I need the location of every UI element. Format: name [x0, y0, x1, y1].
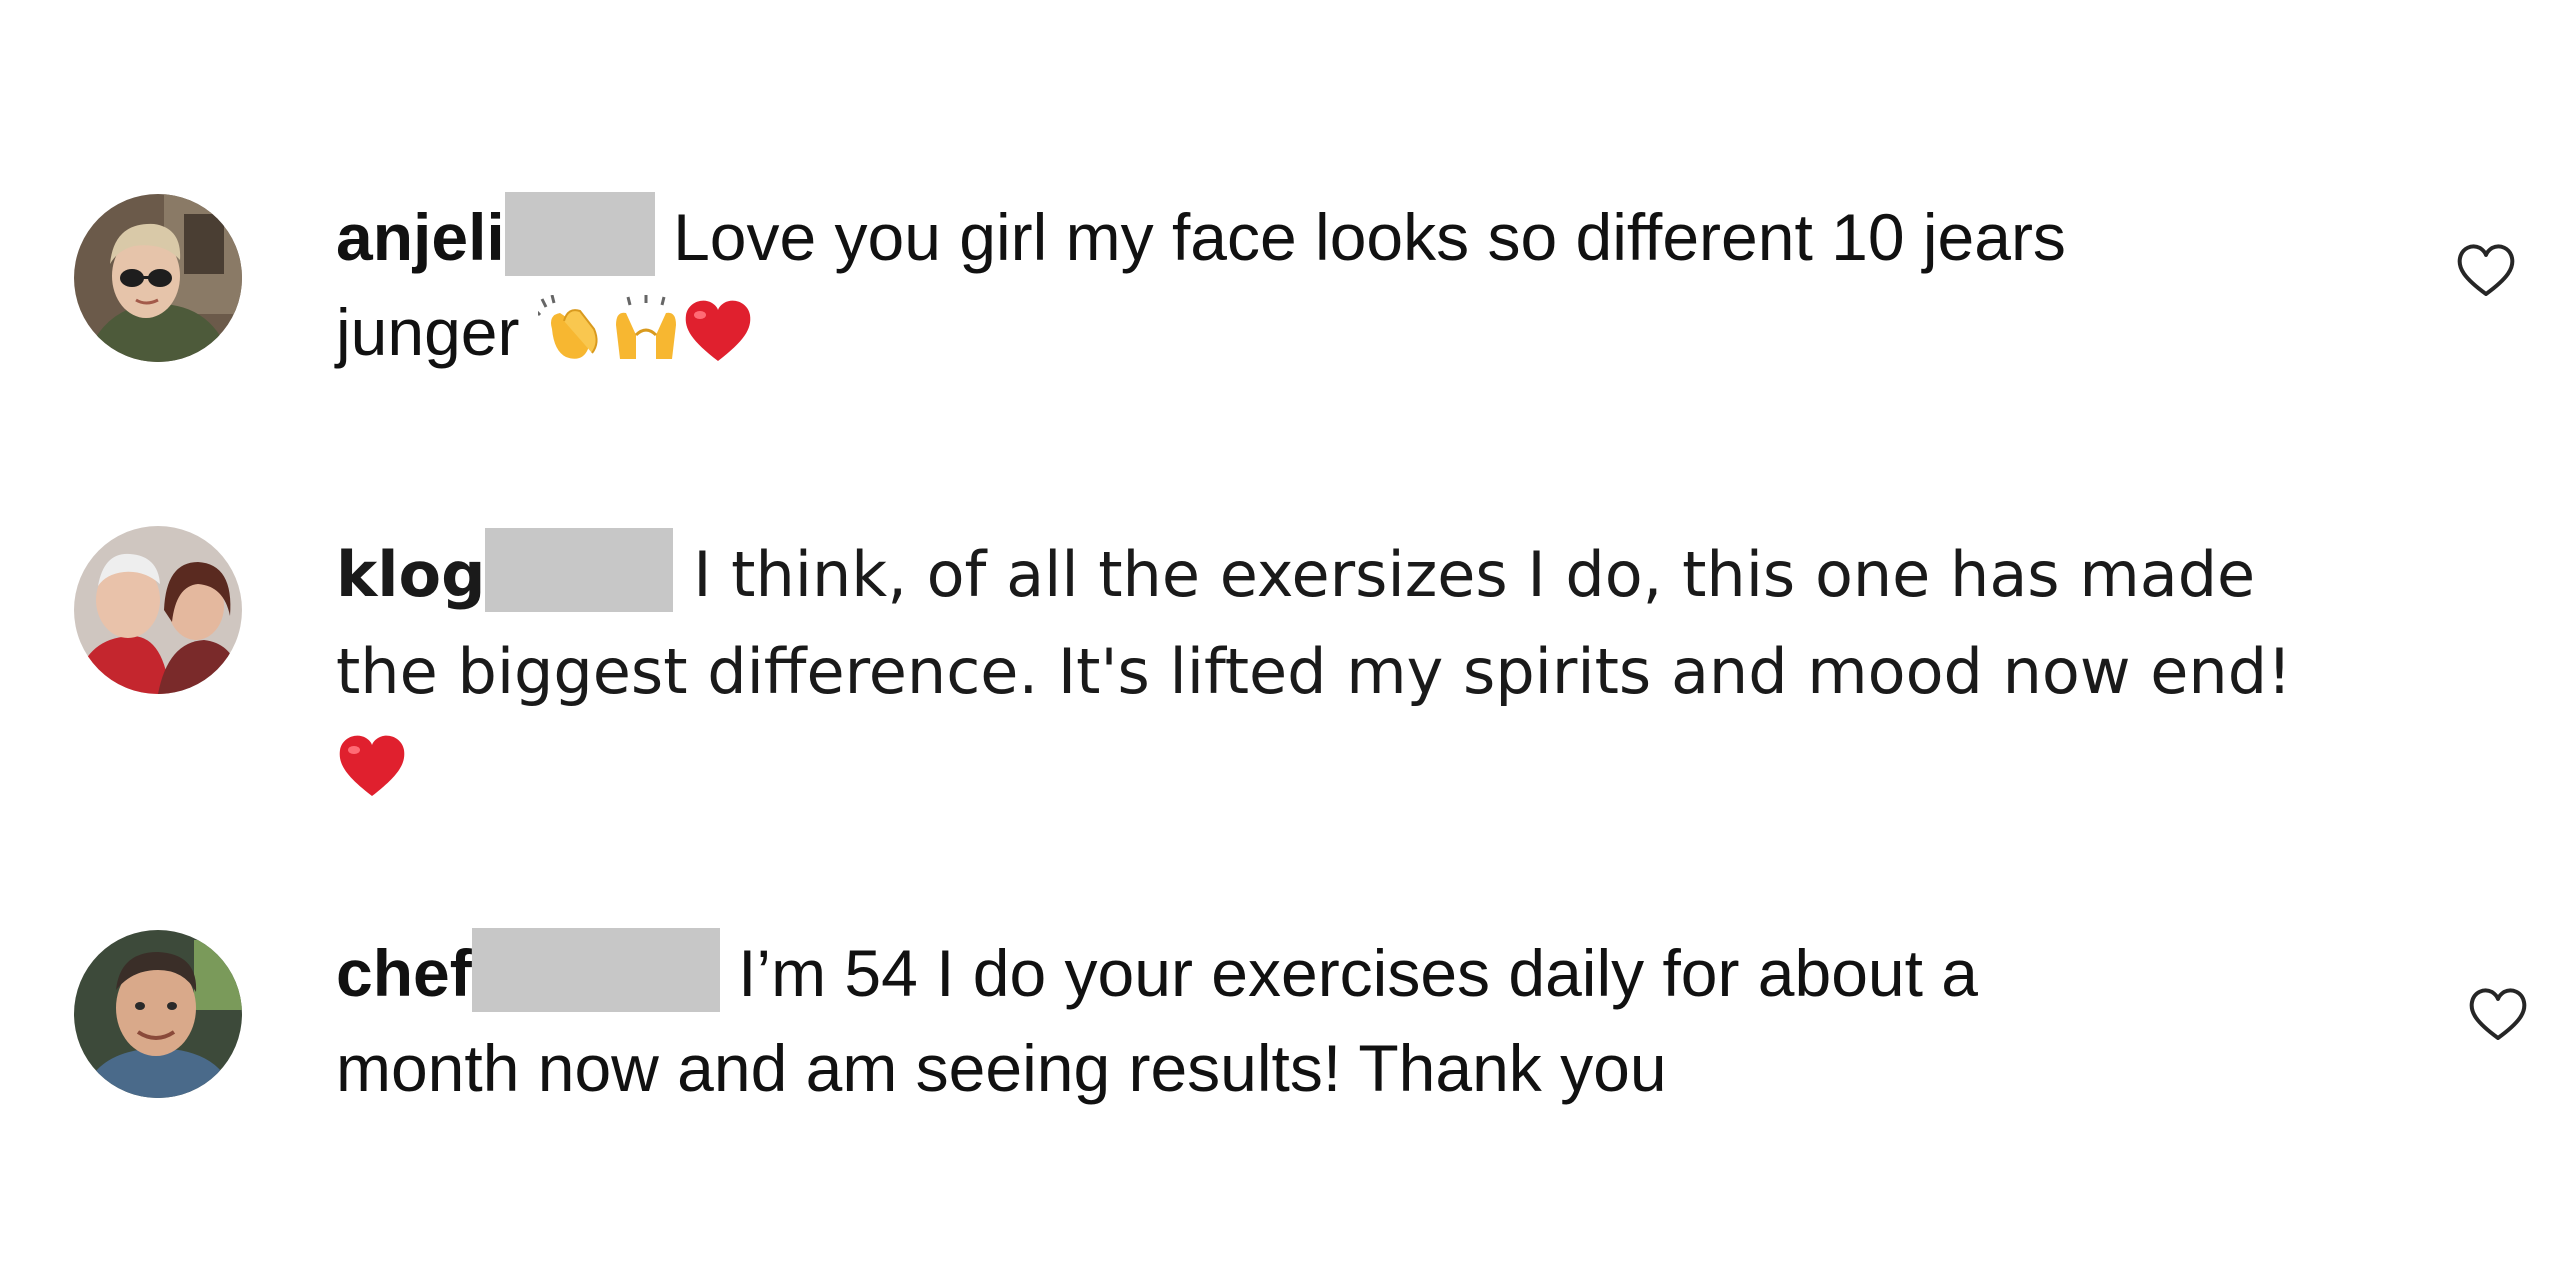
comment-body-line2: junger — [336, 295, 520, 369]
red-heart-emoji — [336, 730, 408, 802]
raising-hands-emoji — [610, 295, 682, 367]
avatar[interactable] — [74, 930, 242, 1098]
comment-text: klog I think, of all the exersizes I do,… — [336, 526, 2396, 817]
comment-body-line1: I’m 54 I do your exercises daily for abo… — [738, 936, 1979, 1010]
avatar[interactable] — [74, 526, 242, 694]
redacted-username — [504, 192, 655, 276]
red-heart-emoji — [682, 295, 754, 367]
comment-body-line2: the biggest difference. It's lifted my s… — [336, 635, 2292, 708]
avatar[interactable] — [74, 194, 242, 362]
comment-text: chef I’m 54 I do your exercises daily fo… — [336, 926, 2396, 1116]
heart-outline-icon[interactable] — [2454, 240, 2518, 300]
clapping-hands-emoji — [537, 295, 610, 367]
comment-username[interactable]: klog — [336, 538, 485, 611]
comment-body-line1: Love you girl my face looks so different… — [673, 200, 2066, 274]
redacted-username — [485, 528, 674, 612]
comment-body-line2: month now and am seeing results! Thank y… — [336, 1031, 1667, 1105]
comment-text: anjeli Love you girl my face looks so di… — [336, 190, 2396, 380]
heart-outline-icon[interactable] — [2466, 984, 2530, 1044]
comment-body-line1: I think, of all the exersizes I do, this… — [693, 538, 2256, 611]
comment-username[interactable]: anjeli — [336, 200, 505, 274]
redacted-username — [471, 928, 720, 1012]
comment-username[interactable]: chef — [336, 936, 472, 1010]
